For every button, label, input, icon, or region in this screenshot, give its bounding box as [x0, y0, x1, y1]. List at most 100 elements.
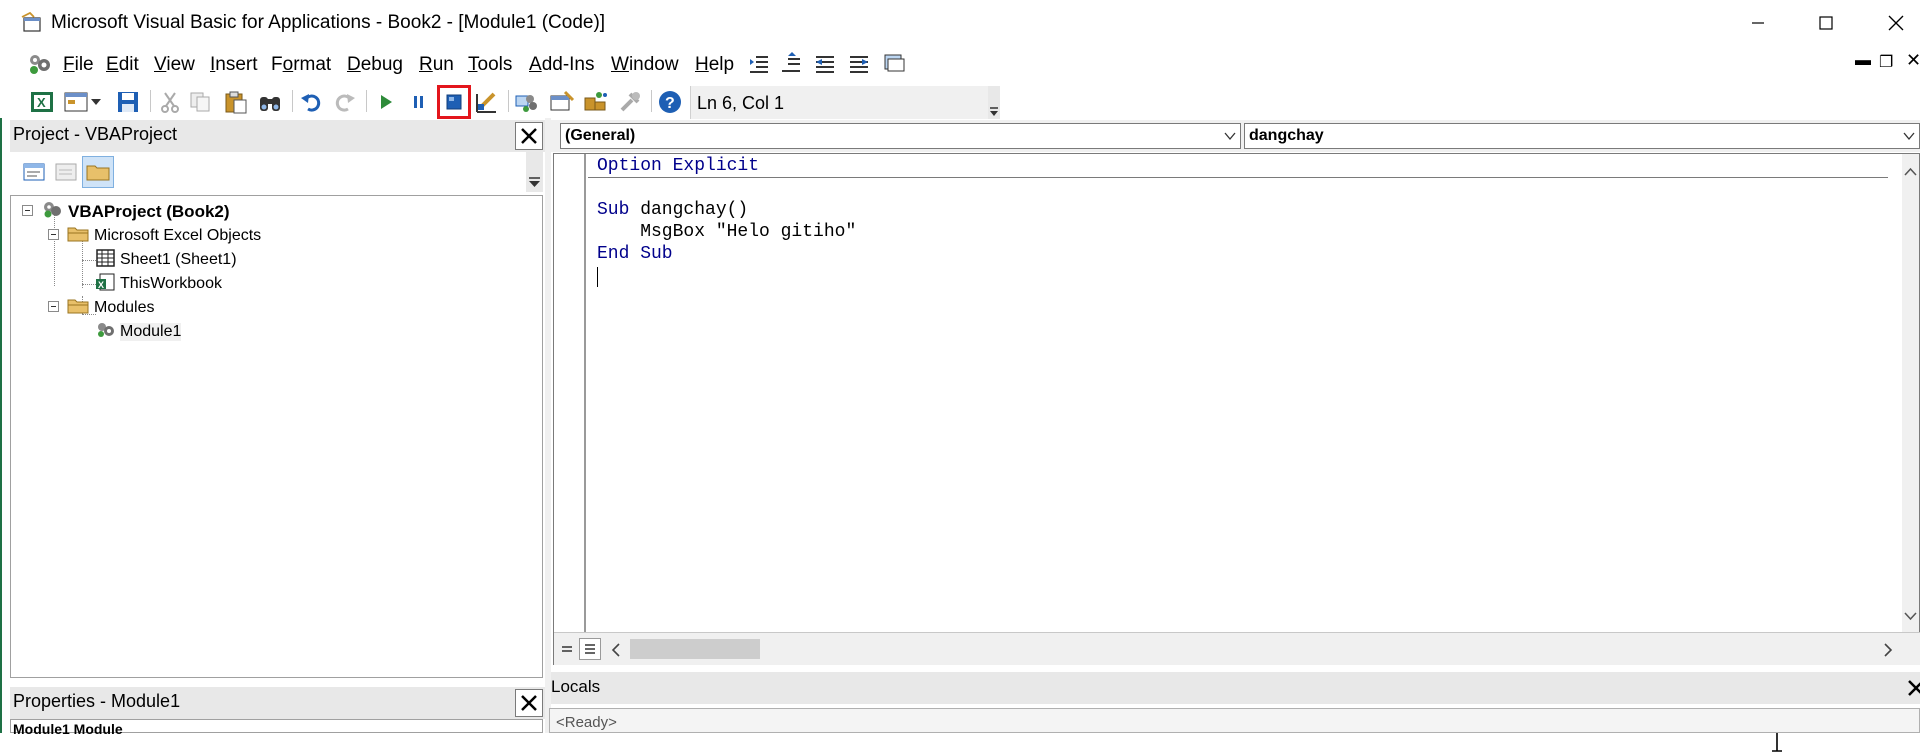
- copy-button[interactable]: [186, 88, 214, 116]
- mdi-close-icon[interactable]: ✕: [1906, 50, 1920, 71]
- worksheet-icon: [96, 249, 115, 267]
- reset-button[interactable]: [437, 85, 471, 119]
- insert-userform-button[interactable]: [62, 88, 90, 116]
- view-excel-button[interactable]: X: [28, 88, 56, 116]
- minimize-button[interactable]: [1733, 6, 1783, 40]
- indent-icon[interactable]: [748, 53, 770, 75]
- object-browser-button[interactable]: [582, 88, 610, 116]
- horizontal-scroll-thumb[interactable]: [630, 639, 760, 659]
- code-line-4: MsgBox "Helo gitiho": [597, 222, 857, 242]
- tree-folder-modules[interactable]: Modules: [94, 299, 154, 317]
- view-code-button[interactable]: [18, 156, 50, 188]
- project-panel-header: Project - VBAProject: [10, 120, 545, 152]
- full-module-view-button[interactable]: [579, 638, 601, 660]
- tree-collapse-objects[interactable]: [48, 229, 59, 240]
- mdi-minimize-icon[interactable]: ▬: [1855, 52, 1871, 70]
- toolbar-separator: [292, 90, 293, 112]
- mdi-restore-icon[interactable]: ❐: [1879, 52, 1893, 72]
- object-combo[interactable]: (General): [560, 123, 1241, 149]
- tree-item-module1[interactable]: Module1: [120, 323, 182, 341]
- maximize-button[interactable]: [1801, 6, 1851, 40]
- view-code-icon: [23, 163, 45, 181]
- locals-close-button[interactable]: [1904, 674, 1920, 702]
- tree-collapse-modules[interactable]: [48, 301, 59, 312]
- properties-panel-close-button[interactable]: [515, 689, 543, 717]
- close-button[interactable]: [1871, 6, 1920, 40]
- toolbar-separator: [150, 90, 151, 112]
- text-caret: [597, 267, 598, 287]
- menu-run-label: un: [432, 54, 454, 75]
- userform-icon: [64, 92, 88, 112]
- procedure-combo[interactable]: dangchay: [1244, 123, 1920, 149]
- tree-folder-excel-objects[interactable]: Microsoft Excel Objects: [94, 227, 261, 245]
- redo-icon: [335, 94, 355, 112]
- chevron-down-icon: [1224, 132, 1236, 141]
- uncomment-block-icon[interactable]: [848, 53, 870, 75]
- project-panel-close-button[interactable]: [515, 122, 543, 150]
- break-button[interactable]: [405, 88, 433, 116]
- menu-help[interactable]: Help: [695, 54, 734, 76]
- reset-stop-icon: [446, 94, 462, 110]
- module-icon: [98, 323, 114, 337]
- menu-run[interactable]: Run: [419, 54, 454, 76]
- tree-collapse-root[interactable]: [22, 205, 33, 216]
- toggle-folders-button[interactable]: [82, 156, 114, 188]
- panel-splitter[interactable]: [545, 118, 551, 733]
- tree-connector: [54, 214, 55, 286]
- design-mode-button[interactable]: [473, 88, 501, 116]
- chevron-right-icon[interactable]: [1882, 642, 1894, 658]
- menu-add-ins[interactable]: Add-Ins: [529, 54, 595, 76]
- insert-dropdown-button[interactable]: [88, 88, 104, 116]
- redo-button[interactable]: [331, 88, 359, 116]
- find-button[interactable]: [256, 88, 284, 116]
- toolbar-options-button[interactable]: [988, 86, 1000, 119]
- code-editor[interactable]: Option Explicit Sub dangchay() MsgBox "H…: [553, 153, 1920, 752]
- cut-button[interactable]: [156, 88, 184, 116]
- project-panel-toolbar: [10, 152, 543, 192]
- undo-button[interactable]: [297, 88, 325, 116]
- paste-icon: [225, 91, 247, 114]
- code-margin-indicator-bar[interactable]: [554, 154, 586, 632]
- project-toolbar-scroll[interactable]: [526, 152, 543, 192]
- comment-block-icon[interactable]: [814, 53, 836, 75]
- menu-edit[interactable]: Edit: [106, 54, 139, 76]
- code-line-5: End Sub: [597, 244, 673, 264]
- toolbar-separator: [366, 90, 367, 112]
- run-button[interactable]: [372, 88, 400, 116]
- folder-icon: [86, 165, 110, 181]
- save-button[interactable]: [114, 88, 142, 116]
- keyword-sub: Sub: [597, 200, 630, 220]
- project-explorer-button[interactable]: [513, 88, 541, 116]
- locals-panel-title: Locals: [551, 677, 601, 696]
- menu-view[interactable]: View: [154, 54, 195, 76]
- properties-object-combo[interactable]: Module1 Module: [10, 719, 543, 737]
- menu-debug[interactable]: Debug: [347, 54, 403, 76]
- procedure-view-button[interactable]: [556, 638, 578, 660]
- tree-item-sheet1[interactable]: Sheet1 (Sheet1): [120, 251, 237, 269]
- menu-format[interactable]: Format: [271, 54, 331, 76]
- tree-root-label[interactable]: VBAProject (Book2): [68, 202, 230, 222]
- code-vertical-scrollbar[interactable]: [1902, 154, 1919, 632]
- menu-tools[interactable]: Tools: [468, 54, 512, 76]
- code-bottom-bar: [554, 632, 1920, 665]
- help-button[interactable]: ?: [656, 88, 684, 116]
- menu-file[interactable]: File: [63, 54, 94, 76]
- design-mode-icon: [476, 92, 496, 113]
- properties-window-button[interactable]: [548, 88, 576, 116]
- view-object-button[interactable]: [50, 156, 82, 188]
- toolbox-icon: [620, 92, 640, 112]
- vba-menu-icon[interactable]: [26, 51, 54, 77]
- code-window-combos: (General) dangchay: [551, 120, 1920, 152]
- code-line-3: Sub dangchay(): [597, 200, 748, 220]
- menu-window[interactable]: Window: [611, 54, 679, 76]
- outdent-icon[interactable]: [780, 51, 802, 75]
- bookmark-icon[interactable]: [882, 51, 906, 75]
- toolbox-button[interactable]: [616, 88, 644, 116]
- menu-insert[interactable]: Insert: [210, 54, 258, 76]
- paste-button[interactable]: [222, 88, 250, 116]
- tree-item-thisworkbook[interactable]: ThisWorkbook: [120, 275, 222, 293]
- object-combo-value: (General): [565, 127, 636, 144]
- menu-view-label: iew: [166, 54, 195, 75]
- chevron-left-icon[interactable]: [610, 642, 622, 658]
- menu-view-accel: V: [154, 54, 167, 75]
